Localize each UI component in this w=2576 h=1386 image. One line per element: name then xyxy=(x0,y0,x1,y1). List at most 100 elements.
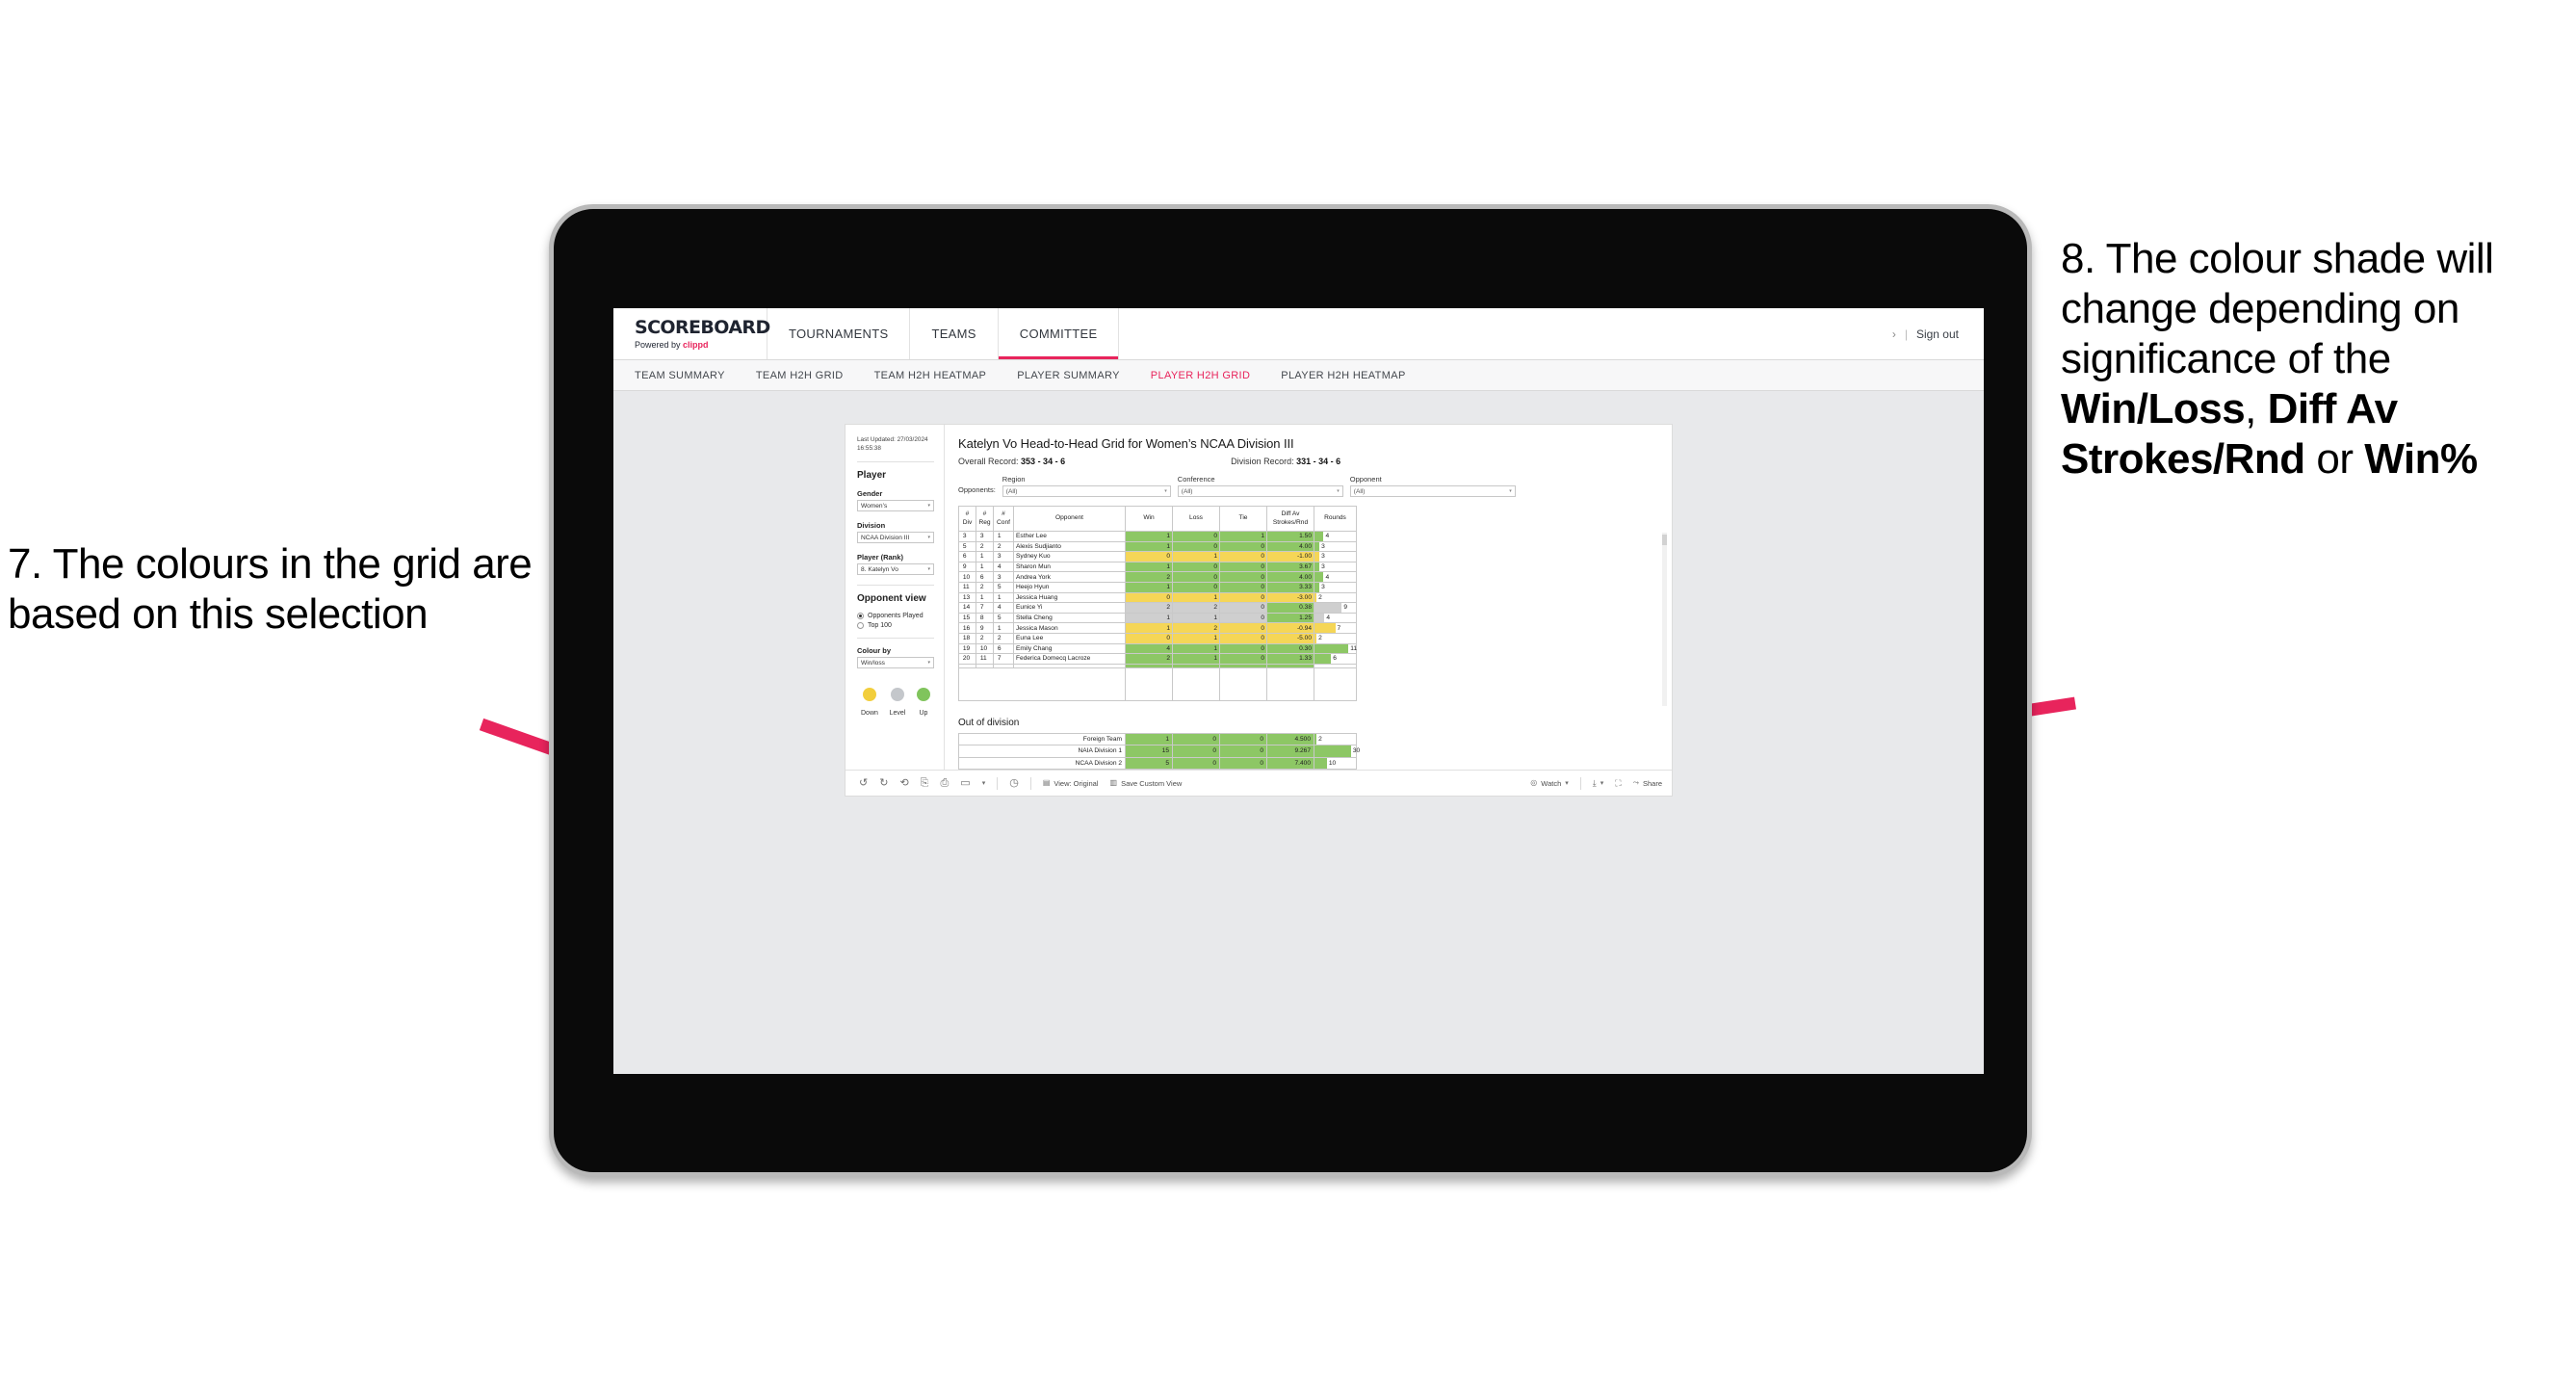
cell-diff-av-strokes[interactable]: 7.400 xyxy=(1266,756,1314,771)
cell-win[interactable]: 4 xyxy=(1125,642,1173,655)
player-rank-select[interactable]: 8. Katelyn Vo ▾ xyxy=(857,563,934,576)
nav-committee[interactable]: COMMITTEE xyxy=(999,308,1120,359)
cell-div[interactable]: 13 xyxy=(958,591,976,604)
cell-conf[interactable]: 7 xyxy=(993,653,1014,665)
col-loss[interactable]: Loss xyxy=(1172,506,1220,532)
cell-division-name[interactable]: NCAA Division 2 xyxy=(958,756,1126,771)
cell-conf[interactable]: 3 xyxy=(993,551,1014,562)
cell-div[interactable]: 6 xyxy=(958,551,976,562)
cell-rounds[interactable]: 3 xyxy=(1314,561,1357,573)
cell-win[interactable]: 0 xyxy=(1125,591,1173,604)
cell-win[interactable]: 0 xyxy=(1125,632,1173,644)
cell-reg[interactable]: 8 xyxy=(976,612,994,624)
cell-opponent[interactable]: Euna Lee xyxy=(1013,632,1126,644)
cell-reg[interactable]: 1 xyxy=(976,561,994,573)
cell-reg[interactable]: 2 xyxy=(976,632,994,644)
cell-conf[interactable]: 1 xyxy=(993,531,1014,542)
cell-div[interactable]: 18 xyxy=(958,632,976,644)
cell-tie[interactable]: 0 xyxy=(1219,581,1267,593)
grid-scrollbar-thumb[interactable] xyxy=(1662,535,1667,545)
cell-tie[interactable]: 0 xyxy=(1219,540,1267,553)
cell-win[interactable]: 15 xyxy=(1125,745,1173,758)
cell-tie[interactable]: 0 xyxy=(1219,612,1267,624)
cell-reg[interactable]: 10 xyxy=(976,642,994,655)
cell-tie[interactable]: 0 xyxy=(1219,622,1267,634)
cell-reg[interactable]: 6 xyxy=(976,571,994,583)
table-row[interactable]: Foreign Team 1 0 0 4.500 2 xyxy=(958,732,1357,746)
cell-rounds[interactable]: 9 xyxy=(1314,602,1357,614)
cell-loss[interactable]: 0 xyxy=(1172,756,1220,771)
table-row[interactable]: 15 8 5 Stella Cheng 1 1 0 1.25 4 xyxy=(958,612,1357,624)
cell-rounds[interactable]: 3 xyxy=(1314,540,1357,553)
cell-division-name[interactable]: NAIA Division 1 xyxy=(958,745,1126,758)
cell-rounds[interactable]: 4 xyxy=(1314,531,1357,542)
cell-conf[interactable]: 3 xyxy=(993,571,1014,583)
cell-loss[interactable]: 0 xyxy=(1172,540,1220,553)
table-row[interactable]: 3 3 1 Esther Lee 1 0 1 1.50 4 xyxy=(958,531,1357,542)
cell-diff-av-strokes[interactable]: 1.25 xyxy=(1266,612,1314,624)
cell-conf[interactable]: 5 xyxy=(993,581,1014,593)
cell-rounds[interactable]: 30 xyxy=(1314,745,1360,758)
cell-loss[interactable]: 0 xyxy=(1172,531,1220,542)
col-rounds[interactable]: Rounds xyxy=(1314,506,1357,532)
col-reg[interactable]: # Reg xyxy=(976,506,994,532)
cell-div[interactable]: 10 xyxy=(958,571,976,583)
subnav-player-h2h-heatmap[interactable]: PLAYER H2H HEATMAP xyxy=(1281,370,1405,381)
undo-icon[interactable]: ↺ xyxy=(859,777,868,789)
table-row[interactable]: 16 9 1 Jessica Mason 1 2 0 -0.94 7 xyxy=(958,622,1357,634)
cell-rounds[interactable]: 2 xyxy=(1314,591,1357,604)
cell-loss[interactable]: 1 xyxy=(1172,642,1220,655)
cell-tie[interactable]: 0 xyxy=(1219,745,1267,758)
cell-loss[interactable]: 0 xyxy=(1172,732,1220,746)
nav-tournaments[interactable]: TOURNAMENTS xyxy=(768,308,911,359)
cell-reg[interactable]: 1 xyxy=(976,551,994,562)
cell-tie[interactable]: 1 xyxy=(1219,531,1267,542)
cell-loss[interactable]: 1 xyxy=(1172,653,1220,665)
subnav-player-summary[interactable]: PLAYER SUMMARY xyxy=(1017,370,1120,381)
cell-div[interactable]: 5 xyxy=(958,540,976,553)
revert-icon[interactable]: ⟲ xyxy=(899,777,908,789)
chevron-down-icon[interactable]: ▾ xyxy=(982,780,986,787)
cell-win[interactable]: 1 xyxy=(1125,540,1173,553)
cell-loss[interactable]: 1 xyxy=(1172,591,1220,604)
redo-icon[interactable]: ↻ xyxy=(879,777,888,789)
cell-rounds[interactable]: 2 xyxy=(1314,732,1357,746)
cell-div[interactable]: 19 xyxy=(958,642,976,655)
cell-win[interactable]: 1 xyxy=(1125,612,1173,624)
table-row[interactable]: 13 1 1 Jessica Huang 0 1 0 -3.00 2 xyxy=(958,591,1357,604)
cell-rounds[interactable]: 3 xyxy=(1314,581,1357,593)
download-button[interactable]: ⤓ ▾ xyxy=(1593,778,1604,788)
cell-rounds[interactable]: 3 xyxy=(1314,551,1357,562)
rectangle-select-icon[interactable]: ▭ xyxy=(960,777,970,789)
cell-conf[interactable]: 5 xyxy=(993,612,1014,624)
radio-opponents-played[interactable]: Opponents Played xyxy=(857,613,934,620)
region-select[interactable]: (All) ▾ xyxy=(1002,485,1171,497)
table-row[interactable]: 5 2 2 Alexis Sudjianto 1 0 0 4.00 3 xyxy=(958,540,1357,553)
cell-reg[interactable]: 9 xyxy=(976,622,994,634)
cell-loss[interactable]: 1 xyxy=(1172,551,1220,562)
cell-opponent[interactable]: Esther Lee xyxy=(1013,531,1126,542)
cell-div[interactable]: 14 xyxy=(958,602,976,614)
opponent-select[interactable]: (All) ▾ xyxy=(1349,485,1516,497)
cell-rounds[interactable]: 4 xyxy=(1314,571,1357,583)
col-div[interactable]: # Div xyxy=(958,506,976,532)
conference-select[interactable]: (All) ▾ xyxy=(1177,485,1343,497)
cell-loss[interactable]: 1 xyxy=(1172,632,1220,644)
table-row[interactable]: NAIA Division 1 15 0 0 9.267 30 xyxy=(958,745,1360,758)
cell-loss[interactable]: 1 xyxy=(1172,612,1220,624)
cell-opponent[interactable]: Federica Domecq Lacroze xyxy=(1013,653,1126,665)
cell-diff-av-strokes[interactable]: 9.267 xyxy=(1266,745,1314,758)
pause-updates-icon[interactable]: ⎙ xyxy=(940,777,949,789)
cell-loss[interactable]: 0 xyxy=(1172,581,1220,593)
table-row[interactable]: 14 7 4 Eunice Yi 2 2 0 0.38 9 xyxy=(958,602,1357,614)
cell-division-name[interactable]: Foreign Team xyxy=(958,732,1126,746)
nav-teams[interactable]: TEAMS xyxy=(910,308,999,359)
subnav-team-summary[interactable]: TEAM SUMMARY xyxy=(635,370,725,381)
col-tie[interactable]: Tie xyxy=(1219,506,1267,532)
cell-opponent[interactable]: Heejo Hyun xyxy=(1013,581,1126,593)
division-select[interactable]: NCAA Division III ▾ xyxy=(857,532,934,544)
cell-conf[interactable]: 2 xyxy=(993,540,1014,553)
cell-win[interactable]: 1 xyxy=(1125,581,1173,593)
colour-by-select[interactable]: Win/loss ▾ xyxy=(857,657,934,669)
cell-conf[interactable]: 4 xyxy=(993,602,1014,614)
